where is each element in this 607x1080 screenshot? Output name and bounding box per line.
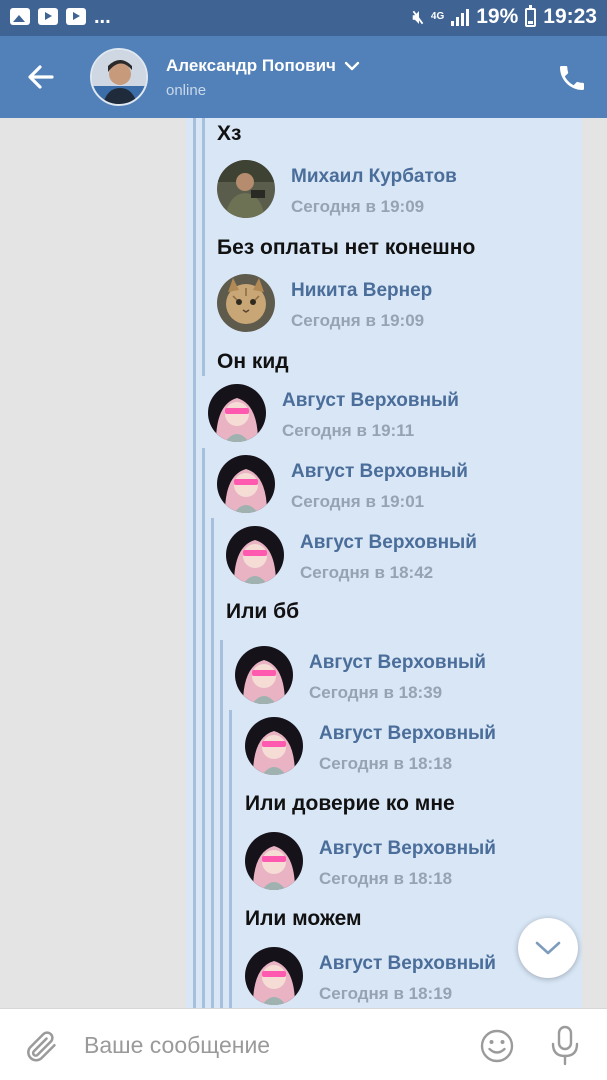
message-time: Сегодня в 18:19 <box>319 984 453 1003</box>
thread-line <box>211 518 214 1008</box>
chevron-down-icon <box>535 941 561 955</box>
avatar[interactable] <box>245 947 303 1005</box>
message-text: Или можем <box>245 907 362 930</box>
message-time: Сегодня в 19:09 <box>291 197 425 216</box>
avatar[interactable] <box>217 160 275 218</box>
message-text: Он кид <box>217 350 289 373</box>
avatar[interactable] <box>226 526 284 584</box>
scroll-down-button[interactable] <box>518 918 578 978</box>
contact-name: Александр Попович <box>166 56 336 75</box>
author-name[interactable]: Август Верховный <box>319 838 496 860</box>
signal-icon <box>451 8 470 26</box>
youtube-icon <box>66 8 86 25</box>
thread-line <box>229 710 232 1008</box>
message-time: Сегодня в 18:18 <box>319 754 453 773</box>
back-arrow-icon <box>28 65 54 89</box>
message-input[interactable] <box>84 1027 454 1063</box>
back-button[interactable] <box>24 60 58 94</box>
avatar[interactable] <box>245 832 303 890</box>
avatar[interactable] <box>208 384 266 442</box>
author-name[interactable]: Август Верховный <box>309 652 486 674</box>
emoji-button[interactable] <box>478 1027 516 1065</box>
smiley-icon <box>480 1029 514 1063</box>
thread-line <box>193 118 196 1008</box>
message-time: Сегодня в 18:42 <box>300 563 434 582</box>
status-bar-right: 🔇︎ 4G 19% 19:23 <box>412 4 597 29</box>
clock: 19:23 <box>543 5 597 28</box>
microphone-icon <box>551 1025 579 1066</box>
contact-status: online <box>166 82 207 99</box>
battery-icon <box>525 4 537 27</box>
author-name[interactable]: Август Верховный <box>319 723 496 745</box>
contact-avatar[interactable] <box>90 48 148 106</box>
author-name[interactable]: Август Верховный <box>319 953 496 975</box>
message-text: Или бб <box>226 600 300 623</box>
avatar[interactable] <box>217 455 275 513</box>
thread-line <box>202 118 205 376</box>
author-name[interactable]: Август Верховный <box>291 461 468 483</box>
avatar[interactable] <box>235 646 293 704</box>
chevron-down-icon <box>344 61 360 71</box>
message-text: Без оплаты нет конешно <box>217 236 476 259</box>
message-text: Или доверие ко мне <box>245 792 455 815</box>
notification-overflow: ... <box>94 5 111 28</box>
message-input-bar <box>0 1008 607 1080</box>
message-time: Сегодня в 19:01 <box>291 492 425 511</box>
message-time: Сегодня в 18:18 <box>319 869 453 888</box>
status-bar-left: ... <box>10 5 111 28</box>
call-button[interactable] <box>556 62 588 94</box>
paperclip-icon <box>27 1031 56 1062</box>
message-time: Сегодня в 19:09 <box>291 311 425 330</box>
message-time: Сегодня в 18:39 <box>309 683 443 702</box>
avatar[interactable] <box>217 274 275 332</box>
image-icon <box>10 8 30 25</box>
author-name[interactable]: Никита Вернер <box>291 280 432 302</box>
battery-percent: 19% <box>476 5 519 28</box>
contact-name-dropdown[interactable]: Александр Попович <box>166 56 360 76</box>
author-name[interactable]: Михаил Курбатов <box>291 166 457 188</box>
message-time: Сегодня в 19:11 <box>282 421 415 440</box>
thread-line <box>202 448 205 1008</box>
message-text: Хз <box>217 122 242 145</box>
network-type: 4G <box>430 11 445 22</box>
attach-button[interactable] <box>22 1027 60 1065</box>
chat-area[interactable]: Хз Михаил Курбатов Сегодня в 19:09 Без о… <box>0 118 607 1008</box>
phone-icon <box>560 66 584 90</box>
youtube-icon <box>38 8 58 25</box>
author-name[interactable]: Август Верховный <box>300 532 477 554</box>
status-bar: ... 🔇︎ 4G 19% 19:23 <box>0 0 607 36</box>
avatar[interactable] <box>245 717 303 775</box>
mute-icon: 🔇︎ <box>412 6 424 27</box>
voice-message-button[interactable] <box>549 1024 581 1068</box>
chat-header: Александр Попович online <box>0 36 607 118</box>
author-name[interactable]: Август Верховный <box>282 390 459 412</box>
thread-line <box>220 640 223 1008</box>
